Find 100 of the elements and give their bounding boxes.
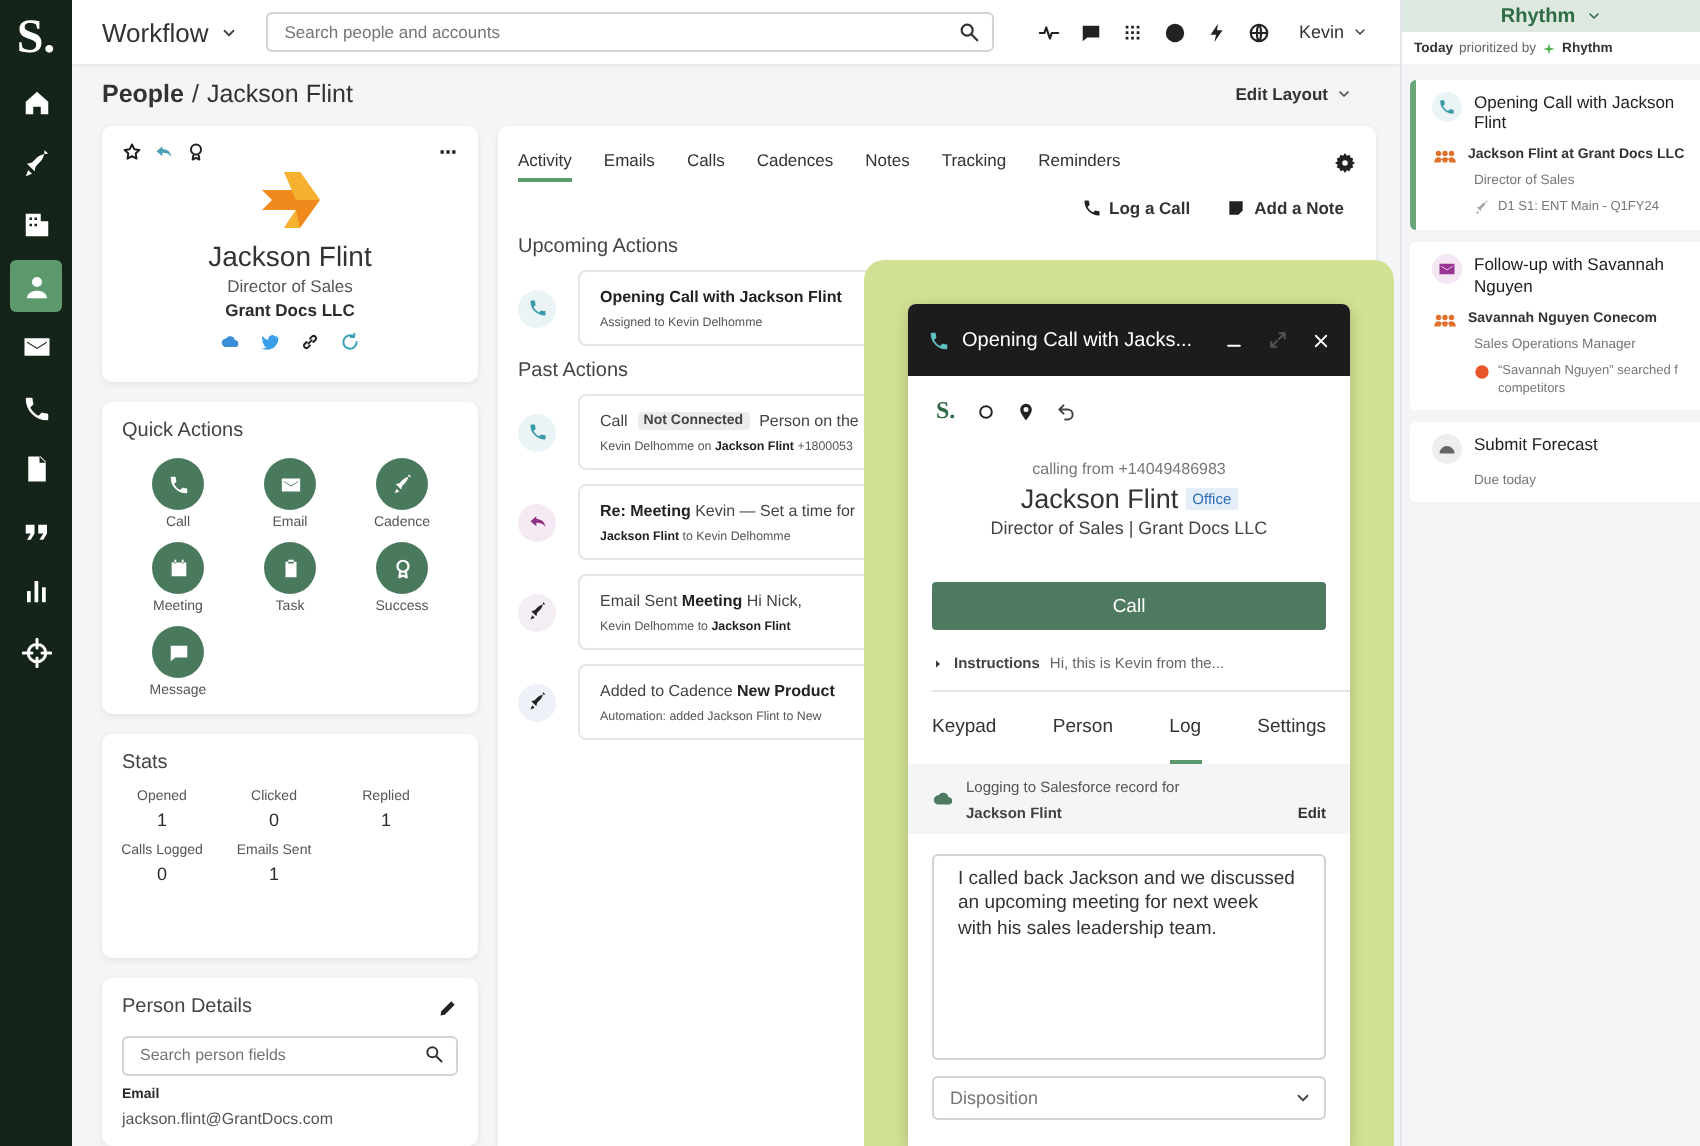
rhythm-menu[interactable]: Rhythm — [1402, 0, 1700, 32]
contact-subtitle: Director of Sales | Grant Docs LLC — [988, 518, 1270, 538]
stat-value: 1 — [156, 810, 167, 830]
envelope-icon — [21, 332, 51, 362]
caret-icon — [932, 657, 944, 669]
phone-icon — [527, 298, 547, 318]
dialer-title: Opening Call with Jacks... — [962, 329, 1193, 351]
sparkle-icon — [1542, 41, 1557, 55]
close-icon[interactable] — [1312, 331, 1330, 349]
person-title: Director of Sales — [227, 276, 353, 296]
section-title: Past Actions — [518, 360, 631, 382]
notes-field[interactable]: I called back Jackson and we discussed an upcoming meeting for next week with his sales leadership team. — [932, 854, 1326, 1060]
rocket-icon — [1474, 200, 1490, 217]
stat-value: 1 — [380, 810, 391, 830]
award-icon — [391, 557, 413, 579]
action-button[interactable]: Add a Note — [1226, 194, 1344, 222]
tab[interactable]: Activity — [518, 142, 572, 182]
rocket-icon — [391, 473, 413, 495]
tab[interactable]: Settings — [1257, 692, 1326, 764]
action-button[interactable]: Log a Call — [1081, 194, 1191, 222]
phone-icon — [1081, 198, 1101, 218]
stat-value: 0 — [268, 810, 279, 830]
task-title: Opening Call with Jackson Flint — [1474, 92, 1677, 133]
section-title: Upcoming Actions — [518, 236, 681, 258]
globe-icon[interactable] — [1248, 21, 1271, 43]
call-button[interactable]: Call — [932, 582, 1326, 630]
disposition-dropdown[interactable]: Disposition — [932, 1076, 1326, 1120]
rocket-icon — [21, 149, 51, 179]
building-icon — [21, 210, 51, 240]
refresh-icon[interactable] — [340, 332, 360, 352]
stat-value: 0 — [156, 864, 167, 884]
rocket-icon — [527, 602, 547, 622]
tab[interactable]: Calls — [686, 142, 725, 182]
task-title: Submit Forecast — [1474, 433, 1598, 454]
tab[interactable]: Cadences — [756, 142, 834, 182]
home-icon — [21, 88, 51, 118]
reply-icon — [527, 512, 547, 532]
card-title: Stats — [122, 752, 170, 774]
phone-icon — [1438, 98, 1456, 116]
phone-icon — [21, 393, 51, 423]
phone-icon — [527, 422, 547, 442]
cloud-icon[interactable] — [220, 332, 240, 352]
tab[interactable]: Reminders — [1038, 142, 1121, 182]
calling-from: calling from +14049486983 — [1030, 460, 1228, 478]
chat-icon[interactable] — [1080, 21, 1103, 43]
activity-text: Person on the — [759, 411, 859, 429]
tab[interactable]: Tracking — [941, 142, 1007, 182]
phone-icon — [928, 329, 950, 351]
envelope-icon — [279, 473, 301, 495]
activity-heading: Added to Cadence New Product — [600, 681, 835, 699]
company-logo — [260, 170, 320, 230]
award-icon[interactable] — [186, 142, 206, 162]
activity-heading: Re: Meeting Kevin — Set a time for — [600, 501, 856, 519]
card-title: Quick Actions — [122, 420, 246, 442]
rocket-icon — [527, 692, 547, 712]
tab[interactable]: Person — [1052, 692, 1113, 764]
chevron-down-icon — [1294, 1089, 1312, 1107]
task-title: Follow-up with Savannah Nguyen — [1474, 254, 1666, 296]
company-name[interactable]: Grant Docs LLC — [225, 300, 355, 320]
location-pin-icon[interactable] — [1015, 401, 1036, 421]
cloud-icon — [932, 788, 954, 810]
calendar-icon — [167, 557, 189, 579]
activity-heading: Opening Call with Jackson Flint — [600, 287, 842, 305]
stat-value: 1 — [268, 864, 279, 884]
app-logo[interactable]: S. — [936, 396, 956, 426]
field-value: jackson.flint@GrantDocs.com — [122, 1110, 335, 1128]
person-name: Jackson Flint — [208, 240, 372, 272]
workflow-menu[interactable]: Workflow — [102, 17, 239, 47]
bar-chart-icon — [21, 576, 51, 606]
envelope-icon — [1438, 260, 1456, 279]
bird-icon[interactable] — [260, 332, 280, 352]
tab[interactable]: Keypad — [932, 692, 997, 764]
pencil-icon[interactable] — [438, 997, 458, 1017]
chevron-down-icon — [1336, 86, 1352, 102]
chevron-down-icon — [1352, 24, 1368, 40]
search-icon — [958, 21, 981, 43]
edit-layout-menu[interactable]: Edit Layout — [1223, 82, 1364, 106]
dialpad-icon[interactable] — [1122, 21, 1145, 43]
reply-icon[interactable] — [154, 142, 174, 162]
undo-icon[interactable] — [1055, 401, 1076, 421]
search-field[interactable]: Search people and accounts — [266, 12, 995, 52]
contact-name: Jackson Flint — [1020, 484, 1179, 514]
star-icon[interactable] — [122, 142, 142, 162]
search-field[interactable]: Search person fields — [122, 1035, 458, 1075]
link-icon[interactable] — [300, 332, 320, 352]
search-icon — [424, 1044, 444, 1064]
activity-heading: Call — [600, 411, 628, 429]
tab[interactable]: Emails — [603, 142, 655, 182]
activity-heading: Email Sent Meeting Hi Nick, — [600, 591, 802, 609]
pulse-icon[interactable] — [1038, 21, 1061, 43]
chat-icon — [167, 641, 189, 663]
note-icon — [1226, 198, 1247, 218]
breadcrumb-separator: / — [192, 80, 199, 108]
breadcrumb-current: Jackson Flint — [206, 80, 353, 108]
tab[interactable]: Notes — [865, 142, 910, 182]
breadcrumb-link[interactable]: People — [102, 80, 184, 108]
app-logo[interactable]: S. — [16, 8, 56, 68]
crosshair-icon — [21, 637, 51, 667]
settings-icon[interactable] — [1334, 151, 1356, 173]
user-menu[interactable]: Kevin — [1286, 20, 1380, 44]
